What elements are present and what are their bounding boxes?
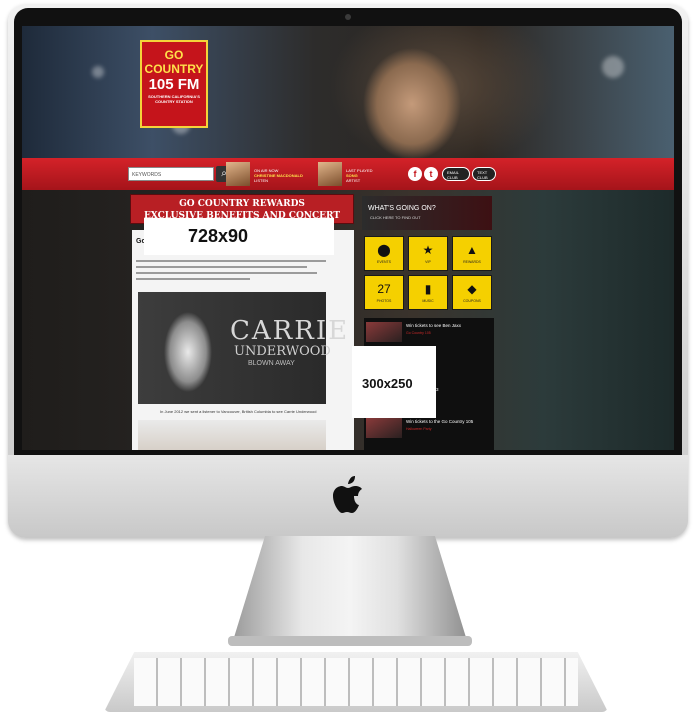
- news-item[interactable]: Win tickets to see Ben Jaxx Go Country 1…: [364, 320, 494, 344]
- page-content: GO COUNTRY REWARDS EXCLUSIVE BENEFITS AN…: [22, 190, 674, 450]
- facebook-icon[interactable]: f: [408, 167, 422, 181]
- news-subtitle: Halloween Party: [406, 427, 432, 431]
- rectangle-ad-label: 300x250: [362, 376, 413, 391]
- leaderboard-ad-placeholder[interactable]: 728x90: [144, 218, 334, 255]
- second-photo[interactable]: [138, 420, 326, 450]
- tile-rewards[interactable]: ▲ REWARDS: [452, 236, 492, 271]
- apple-logo-icon: [333, 476, 362, 513]
- news-title: Win tickets to see Ben Jaxx: [406, 323, 462, 328]
- rectangle-ad-placeholder[interactable]: 300x250: [352, 346, 436, 418]
- carrie-underwood-photo[interactable]: CARRIE UNDERWOOD BLOWN AWAY: [138, 292, 347, 404]
- whats-going-on-banner[interactable]: WHAT'S GOING ON? CLICK HERE TO FIND OUT: [362, 196, 492, 230]
- tile-label: EVENTS: [376, 260, 391, 264]
- tile-events[interactable]: ⬤ EVENTS: [364, 236, 404, 271]
- bell-icon: ▲: [466, 243, 478, 257]
- tile-music[interactable]: ▮ MUSIC: [408, 275, 448, 310]
- leaderboard-ad-label: 728x90: [188, 226, 249, 246]
- tile-coupons[interactable]: ◆ COUPONS: [452, 275, 492, 310]
- photo-title: CARRIE: [230, 316, 350, 346]
- whats-title: WHAT'S GOING ON?: [368, 205, 436, 212]
- article-body-text: [136, 260, 326, 284]
- search-input[interactable]: KEYWORDS: [128, 167, 214, 181]
- photo-caption: In June 2012 we sent a listener to Vanco…: [160, 409, 317, 414]
- news-thumbnail: [366, 322, 402, 342]
- bokeh-light: [602, 56, 624, 78]
- on-air-thumbnail: [226, 162, 250, 186]
- logo-line1: GO: [164, 48, 184, 62]
- tile-photos[interactable]: 27 PHOTOS: [364, 275, 404, 310]
- email-club-button[interactable]: EMAIL CLUB: [442, 167, 470, 181]
- text-club-button[interactable]: TEXT CLUB: [472, 167, 496, 181]
- logo-line3: 105 FM: [148, 76, 200, 93]
- tag-icon: ◆: [467, 282, 477, 296]
- last-played-text: LAST PLAYED SONG ARTIST: [346, 168, 373, 183]
- keyboard-keys: [134, 658, 578, 706]
- hero-banner: GO COUNTRY 105 FM SOUTHERN CALIFORNIA'S …: [22, 26, 674, 158]
- news-subtitle: Go Country 105: [406, 331, 431, 335]
- tile-label: REWARDS: [463, 260, 481, 264]
- calendar-icon: 27: [377, 282, 391, 296]
- monitor-stand: [232, 536, 468, 644]
- photo-title2: UNDERWOOD: [234, 344, 331, 359]
- red-nav-bar: KEYWORDS ⌕ ON AIR NOW CHRISTINE MACDONAL…: [22, 158, 674, 190]
- tile-vip[interactable]: ★ VIP: [408, 236, 448, 271]
- website-screen: GO COUNTRY 105 FM SOUTHERN CALIFORNIA'S …: [22, 26, 674, 450]
- twitter-icon[interactable]: t: [424, 167, 438, 181]
- news-title: Win tickets to the Go Country 105: [406, 419, 474, 424]
- tile-label: MUSIC: [422, 299, 434, 303]
- whats-subtitle: CLICK HERE TO FIND OUT: [370, 215, 421, 220]
- video-icon: ▮: [424, 282, 432, 296]
- star-icon: ★: [422, 243, 434, 257]
- keyboard: [104, 652, 608, 712]
- on-air-text: ON AIR NOW CHRISTINE MACDONALD LISTEN: [254, 168, 303, 183]
- monitor-stand-base: [228, 636, 472, 646]
- tile-label: PHOTOS: [376, 299, 392, 303]
- tile-label: COUPONS: [463, 299, 481, 303]
- logo-tagline: SOUTHERN CALIFORNIA'S COUNTRY STATION: [148, 94, 200, 104]
- location-icon: ⬤: [377, 243, 391, 257]
- last-played-sub: ARTIST: [346, 178, 361, 183]
- news-item[interactable]: Win tickets to the Go Country 105 Hallow…: [364, 416, 494, 440]
- on-air-sub: LISTEN: [254, 178, 269, 183]
- monitor-chin: [8, 455, 688, 538]
- bokeh-light: [92, 66, 104, 78]
- news-thumbnail: [366, 418, 402, 438]
- station-logo[interactable]: GO COUNTRY 105 FM SOUTHERN CALIFORNIA'S …: [140, 40, 208, 128]
- tile-label: VIP: [425, 260, 431, 264]
- on-air-now[interactable]: ON AIR NOW CHRISTINE MACDONALD LISTEN: [226, 162, 316, 186]
- article-card: Go CARRIE UNDERWOOD BLOWN AWAY In June 2…: [132, 230, 354, 450]
- photo-subtitle: BLOWN AWAY: [248, 360, 295, 367]
- feature-tile-grid: ⬤ EVENTS ★ VIP ▲ REWARDS 27 PHOTOS ▮ MUS…: [364, 236, 494, 312]
- last-played-thumbnail: [318, 162, 342, 186]
- last-played[interactable]: LAST PLAYED SONG ARTIST: [318, 162, 398, 186]
- rewards-line1: GO COUNTRY REWARDS: [179, 199, 305, 209]
- logo-line2: COUNTRY: [144, 62, 204, 76]
- camera-icon: [345, 14, 351, 20]
